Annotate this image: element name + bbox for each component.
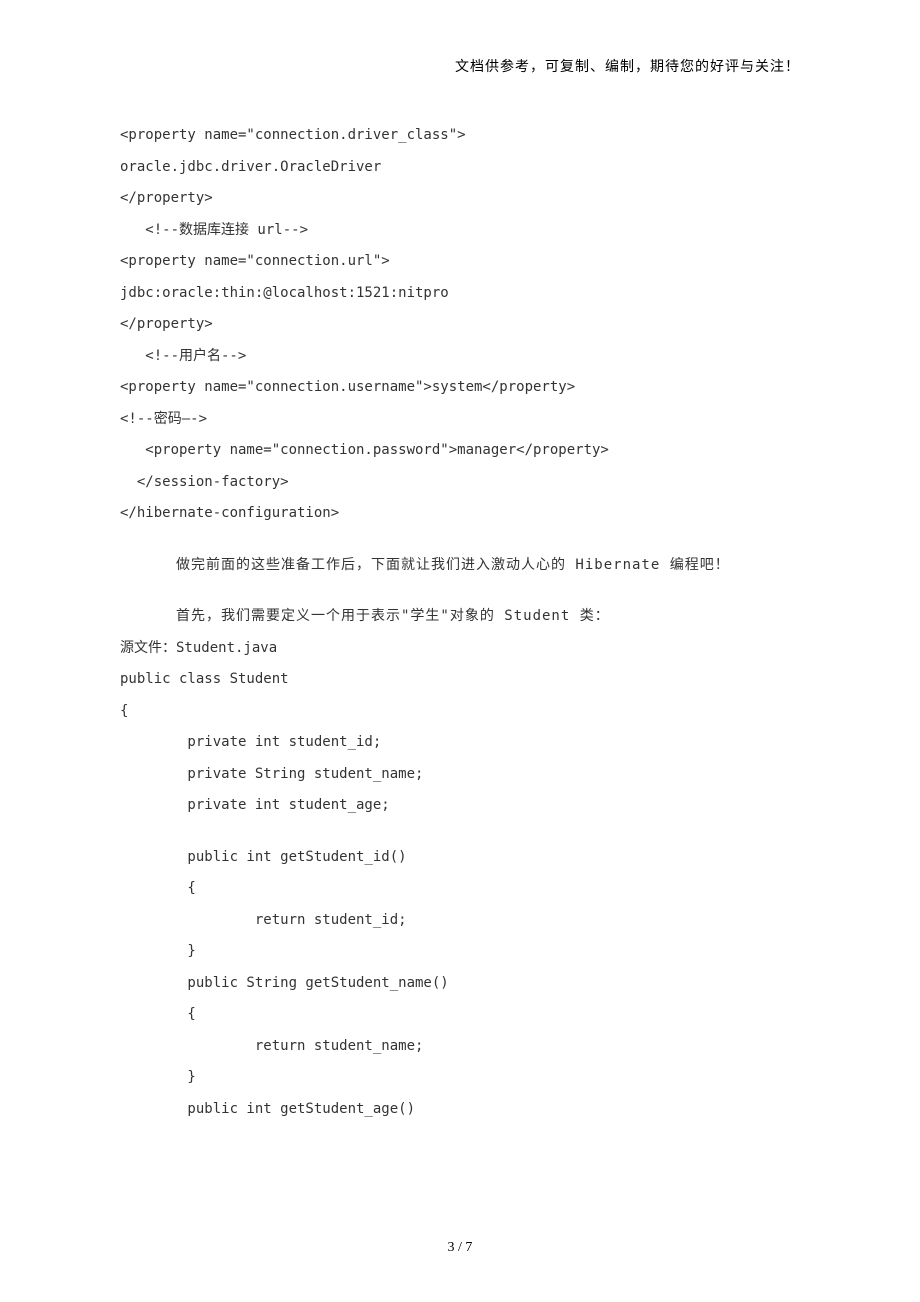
document-body: <property name="connection.driver_class"… — [120, 120, 805, 1125]
code-line: private String student_name; — [120, 759, 805, 791]
code-line: <!--密码—-> — [120, 404, 805, 436]
code-line: return student_name; — [120, 1031, 805, 1063]
code-line: } — [120, 1062, 805, 1094]
code-line: private int student_id; — [120, 727, 805, 759]
code-line: <property name="connection.driver_class"… — [120, 120, 805, 152]
code-line: private int student_age; — [120, 790, 805, 822]
spacer — [120, 581, 805, 601]
code-line: <!--用户名--> — [120, 341, 805, 373]
code-line: public int getStudent_id() — [120, 842, 805, 874]
code-line: <!--数据库连接 url--> — [120, 215, 805, 247]
code-line: </property> — [120, 183, 805, 215]
code-line: jdbc:oracle:thin:@localhost:1521:nitpro — [120, 278, 805, 310]
code-line: </property> — [120, 309, 805, 341]
header-note: 文档供参考，可复制、编制，期待您的好评与关注！ — [455, 56, 800, 76]
paragraph: 做完前面的这些准备工作后，下面就让我们进入激动人心的 Hibernate 编程吧… — [120, 550, 805, 582]
code-line: </hibernate-configuration> — [120, 498, 805, 530]
spacer — [120, 530, 805, 550]
code-line: <property name="connection.username">sys… — [120, 372, 805, 404]
code-line: public String getStudent_name() — [120, 968, 805, 1000]
paragraph: 首先，我们需要定义一个用于表示"学生"对象的 Student 类： — [120, 601, 805, 633]
code-line: <property name="connection.url"> — [120, 246, 805, 278]
spacer — [120, 822, 805, 842]
code-line: return student_id; — [120, 905, 805, 937]
code-line: oracle.jdbc.driver.OracleDriver — [120, 152, 805, 184]
code-line: public int getStudent_age() — [120, 1094, 805, 1126]
code-line: <property name="connection.password">man… — [120, 435, 805, 467]
code-line: { — [120, 873, 805, 905]
code-line: } — [120, 936, 805, 968]
code-line: public class Student — [120, 664, 805, 696]
code-line: { — [120, 999, 805, 1031]
code-line: 源文件：Student.java — [120, 633, 805, 665]
page-number: 3 / 7 — [0, 1240, 920, 1256]
code-line: { — [120, 696, 805, 728]
code-line: </session-factory> — [120, 467, 805, 499]
